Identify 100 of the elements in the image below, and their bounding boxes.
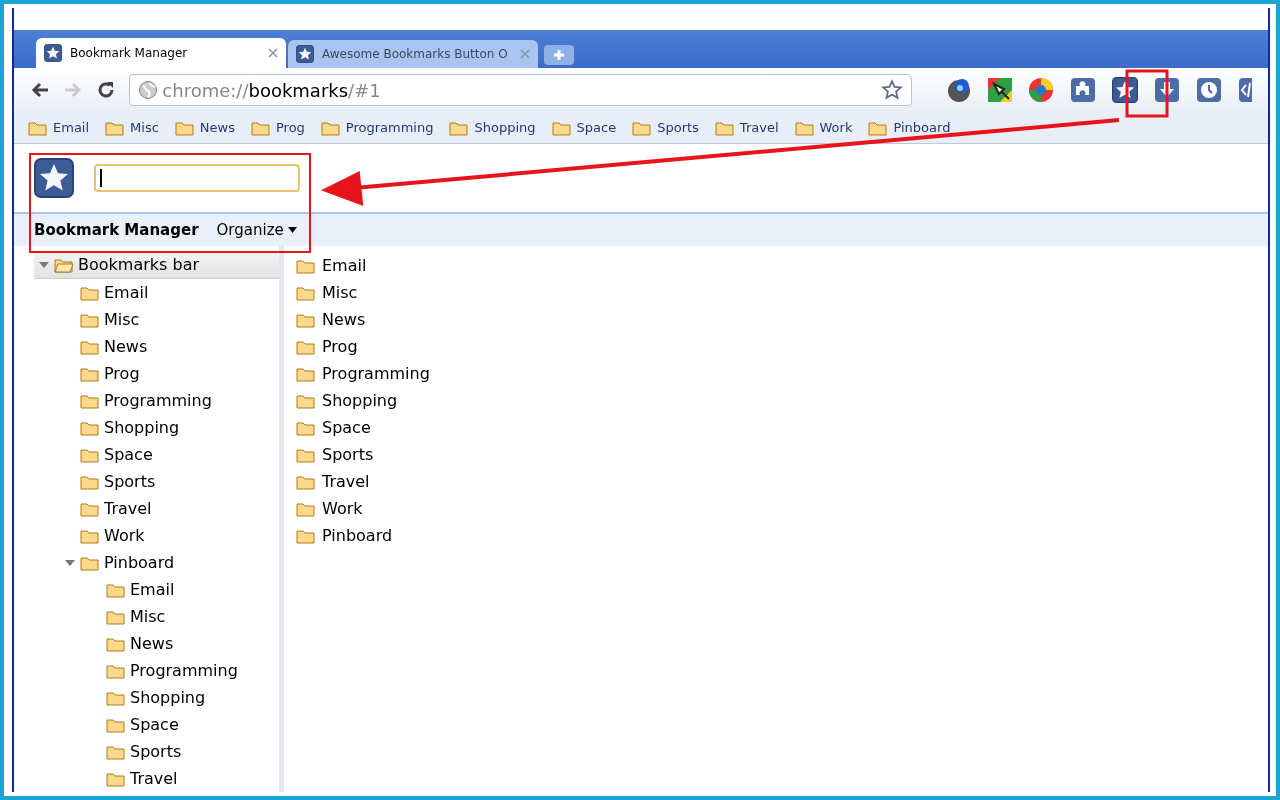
bookmark-item[interactable]: Prog [250,117,305,138]
tree-item[interactable]: News [34,333,279,360]
extension-icon[interactable] [946,77,972,103]
tree-item[interactable]: Shopping [34,414,279,441]
folder-icon [296,527,316,544]
folder-icon [80,527,100,544]
folder-icon [80,311,100,328]
tree-item[interactable]: News [34,630,279,657]
bookmark-item[interactable]: News [174,117,235,138]
folder-icon [632,119,653,136]
folder-icon [320,119,341,136]
bookmark-item[interactable]: Travel [714,117,779,138]
tree-item[interactable]: Prog [34,360,279,387]
bookmark-folder[interactable]: Space [296,414,430,441]
tree-item[interactable]: Space [34,441,279,468]
close-icon[interactable] [268,48,278,58]
star-icon[interactable] [296,45,314,63]
folder-icon [80,500,100,517]
tree-item[interactable]: Pinboard [34,549,279,576]
bookmark-item[interactable]: Sports [632,117,699,138]
url-text: chrome://bookmarks/#1 [162,78,382,103]
tree-item[interactable]: Shopping [34,684,279,711]
tree-item[interactable]: Sports [34,468,279,495]
code-icon[interactable] [1238,77,1252,103]
folder-icon [250,119,271,136]
open-folder-icon [54,257,74,273]
bookmark-folder[interactable]: Sports [296,441,430,468]
organize-menu[interactable]: Organize [216,218,297,242]
tab-title: Awesome Bookmarks Button O [322,46,509,63]
extension-icon[interactable] [1028,77,1054,103]
tree-item[interactable]: Misc [34,306,279,333]
folder-icon [80,365,100,382]
bookmark-folder[interactable]: Shopping [296,387,430,414]
folder-icon [868,119,889,136]
bookmark-manager-logo[interactable] [34,158,74,198]
tree-item[interactable]: Misc [34,603,279,630]
search-field[interactable] [94,164,300,192]
bookmark-folder[interactable]: Email [296,252,430,279]
folder-icon [296,311,316,328]
address-bar[interactable]: chrome://bookmarks/#1 [129,74,912,106]
tree-item[interactable]: Programming [34,657,279,684]
star-icon[interactable] [881,79,903,101]
bookmark-folder[interactable]: Work [296,495,430,522]
bookmark-folder[interactable]: Programming [296,360,430,387]
tree-item[interactable]: Travel [34,495,279,522]
folder-icon [449,119,470,136]
bookmark-folder[interactable]: Travel [296,468,430,495]
browser-tab[interactable]: Bookmark Manager [36,38,286,68]
tree-item[interactable]: Work [34,522,279,549]
folder-icon [106,662,126,679]
bookmark-folder[interactable]: Prog [296,333,430,360]
browser-tab[interactable]: Awesome Bookmarks Button O [288,40,538,68]
folder-icon [106,743,126,760]
tree-item[interactable]: Email [34,576,279,603]
tree-item[interactable]: Space [34,711,279,738]
star-icon[interactable] [44,44,62,62]
folder-icon [80,446,100,463]
expand-arrow-icon[interactable] [38,261,50,269]
folder-icon [106,635,126,652]
folder-icon [106,581,126,598]
folder-icon [80,419,100,436]
bookmark-item[interactable]: Programming [320,117,434,138]
folder-icon [80,284,100,301]
folder-icon [296,446,316,463]
clock-icon[interactable] [1196,77,1222,103]
new-tab-button[interactable] [544,45,574,65]
tree-item[interactable]: Sports [34,738,279,765]
folder-icon [106,770,126,787]
bookmark-item[interactable]: Misc [105,117,159,138]
bookmark-item[interactable]: Space [551,117,617,138]
bookmark-folder[interactable]: Pinboard [296,522,430,549]
globe-icon [138,80,159,100]
tree-item[interactable]: Email [34,279,279,306]
folder-icon [794,119,815,136]
reload-icon[interactable] [96,80,116,100]
expand-arrow-icon[interactable] [64,558,76,567]
folder-icon [296,419,316,436]
bookmark-item[interactable]: Work [794,117,853,138]
caret-icon [287,227,297,233]
folder-icon [296,284,316,301]
plus-icon [553,49,565,61]
bookmark-item[interactable]: Email [28,117,90,138]
folder-icon [80,392,100,409]
folder-icon [551,119,572,136]
back-icon[interactable] [30,81,50,99]
bookmark-folder[interactable]: Misc [296,279,430,306]
folder-icon [714,119,735,136]
tree-item[interactable]: Bookmarks bar [34,252,279,279]
folder-icon [296,365,316,382]
tree-item[interactable]: Travel [34,765,279,792]
bookmark-item[interactable]: Shopping [449,117,536,138]
bookmark-folder[interactable]: News [296,306,430,333]
folder-icon [296,338,316,355]
folder-icon [174,119,195,136]
folder-icon [105,119,126,136]
tree-item[interactable]: Programming [34,387,279,414]
bookmark-item[interactable]: Pinboard [868,117,951,138]
tab-title: Bookmark Manager [70,45,189,62]
puzzle-icon[interactable] [1070,77,1096,103]
folder-icon [106,716,126,733]
